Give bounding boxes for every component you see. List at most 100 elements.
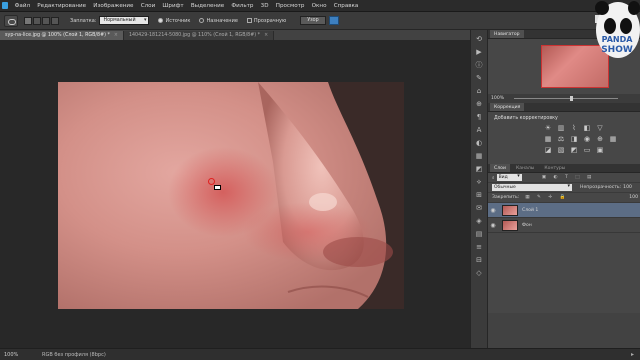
selective-color-icon[interactable]: ▣	[596, 147, 604, 154]
layer-name: Слой 1	[522, 207, 539, 213]
tab-document-1[interactable]: syp-na-lice.jpg @ 100% (Слой 1, RGB/8#) …	[0, 31, 124, 40]
document-canvas[interactable]	[58, 82, 404, 309]
curves-icon[interactable]: ⌇	[570, 125, 578, 132]
correction-hint: Добавить корректировку	[494, 116, 558, 121]
layer-comps-icon[interactable]: ▤	[474, 230, 484, 238]
lock-icons[interactable]: ▦ ✎ ✛ 🔒	[525, 195, 568, 200]
properties-icon[interactable]: ≡	[474, 243, 484, 251]
invert-icon[interactable]: ◪	[544, 147, 552, 154]
3d-icon[interactable]: ◈	[474, 217, 484, 225]
layer-kind-select[interactable]: Вид	[496, 173, 522, 181]
measurement-icon[interactable]: ⊟	[474, 256, 484, 264]
search-icon: ⌕	[492, 175, 495, 181]
source-radio[interactable]: Источник	[158, 18, 190, 24]
menu-help[interactable]: Справка	[330, 3, 362, 9]
menu-file[interactable]: Файл	[11, 3, 34, 9]
patch-label: Заплатка:	[70, 17, 97, 24]
color-lookup-icon[interactable]: ▦	[609, 136, 617, 143]
layer-filter-row: ⌕ Вид ▣ ◐ T ⬚ ▤	[488, 173, 640, 183]
subtract-selection-icon[interactable]	[42, 16, 50, 25]
tab-channels[interactable]: Каналы	[512, 164, 538, 172]
face-photo	[58, 82, 404, 309]
use-pattern-button[interactable]: Узор	[300, 16, 326, 25]
blend-mode-select[interactable]: Обычные	[492, 183, 572, 191]
layer-item[interactable]: ◉ Фон	[488, 218, 640, 233]
hue-saturation-icon[interactable]: ▦	[544, 136, 552, 143]
timeline-icon[interactable]: ⊞	[474, 191, 484, 199]
zoom-level[interactable]: 100%	[4, 352, 26, 358]
document-info: RGB без профиля (8bpc)	[42, 351, 106, 358]
new-selection-icon[interactable]	[24, 16, 32, 25]
tab-paths[interactable]: Контуры	[540, 164, 569, 172]
document-tab-bar: syp-na-lice.jpg @ 100% (Слой 1, RGB/8#) …	[0, 30, 470, 40]
menu-filter[interactable]: Фильтр	[228, 3, 257, 9]
tool-presets-icon[interactable]: ⌂	[474, 87, 484, 95]
opacity-value[interactable]: 100	[623, 185, 632, 190]
exposure-icon[interactable]: ◧	[583, 125, 591, 132]
tab-correction[interactable]: Коррекция	[490, 103, 525, 111]
gradient-map-icon[interactable]: ▭	[583, 147, 591, 154]
navigator-zoom[interactable]: 100%	[491, 96, 504, 101]
levels-icon[interactable]: ▥	[557, 125, 565, 132]
tab-document-2[interactable]: 140429-181214-5080.jpg @ 110% (Слой 1, R…	[123, 31, 275, 40]
brightness-icon[interactable]: ☀	[544, 125, 552, 132]
paragraph-icon[interactable]: ¶	[474, 113, 484, 121]
status-arrow-icon[interactable]: ▸	[631, 351, 634, 358]
menu-3d[interactable]: 3D	[257, 3, 272, 9]
destination-label: Назначение	[206, 17, 238, 24]
menu-view[interactable]: Просмотр	[272, 3, 308, 9]
actions-icon[interactable]: ▶	[474, 48, 484, 56]
close-icon[interactable]: ×	[114, 33, 118, 38]
menu-edit[interactable]: Редактирование	[34, 3, 90, 9]
zoom-slider[interactable]	[514, 96, 619, 101]
layer-item[interactable]: ◉ Слой 1	[488, 203, 640, 218]
notes-icon[interactable]: ✉	[474, 204, 484, 212]
transparent-checkbox[interactable]: Прозрачную	[246, 18, 286, 24]
menu-select[interactable]: Выделение	[187, 3, 228, 9]
clone-source-icon[interactable]: ⊕	[474, 100, 484, 108]
patch-cursor-icon	[214, 185, 221, 190]
history-icon[interactable]: ⟲	[474, 35, 484, 43]
destination-radio[interactable]: Назначение	[199, 17, 238, 24]
menu-window[interactable]: Окно	[308, 3, 330, 9]
eye-icon[interactable]: ◉	[488, 222, 498, 229]
character-icon[interactable]: A	[474, 126, 484, 134]
color-balance-icon[interactable]: ⚖	[557, 136, 565, 143]
filter-icons[interactable]: ▣ ◐ T ⬚ ▤	[542, 175, 595, 180]
panda-logo-icon: PANDA SHOW	[595, 1, 640, 58]
patch-tool-icon[interactable]	[4, 14, 18, 27]
swatches-icon[interactable]: ▦	[474, 152, 484, 160]
layer-blend-row: Обычные Непрозрачность: 100	[488, 183, 640, 193]
color-icon[interactable]: ◐	[474, 139, 484, 147]
threshold-icon[interactable]: ◩	[570, 147, 578, 154]
menu-type[interactable]: Шрифт	[159, 3, 187, 9]
add-selection-icon[interactable]	[33, 16, 41, 25]
posterize-icon[interactable]: ▧	[557, 147, 565, 154]
brush-icon[interactable]: ✎	[474, 74, 484, 82]
info-icon[interactable]: ⓘ	[474, 61, 484, 69]
eye-icon[interactable]: ◉	[488, 207, 498, 214]
adjustment-row-2: ▦ ⚖ ◨ ◉ ⊕ ▦	[544, 136, 634, 143]
tab-layers[interactable]: Слои	[490, 164, 510, 172]
source-label: Источник	[165, 17, 191, 24]
paths-icon[interactable]: ⟡	[474, 178, 484, 186]
tab-navigator[interactable]: Навигатор	[490, 30, 524, 38]
channels-icon[interactable]: ◇	[474, 269, 484, 277]
layer-thumbnail	[502, 204, 518, 216]
navigator-footer: 100%	[488, 94, 640, 103]
channel-mixer-icon[interactable]: ⊕	[596, 136, 604, 143]
pattern-picker-icon[interactable]	[328, 16, 339, 25]
photo-filter-icon[interactable]: ◉	[583, 136, 591, 143]
vibrance-icon[interactable]: ▽	[596, 125, 604, 132]
menu-image[interactable]: Изображение	[90, 3, 137, 9]
status-bar: 100% RGB без профиля (8bpc) ▸	[0, 348, 640, 360]
patch-mode-select[interactable]: Нормальный	[99, 16, 150, 25]
black-white-icon[interactable]: ◨	[570, 136, 578, 143]
styles-icon[interactable]: ◩	[474, 165, 484, 173]
menu-layers[interactable]: Слои	[137, 3, 159, 9]
fill-value[interactable]: 100	[629, 195, 638, 200]
close-icon[interactable]: ×	[264, 33, 268, 38]
intersect-selection-icon[interactable]	[51, 16, 59, 25]
correction-header: Коррекция	[488, 103, 640, 112]
correction-body: Добавить корректировку ☀ ▥ ⌇ ◧ ▽ ▦ ⚖ ◨ ◉…	[488, 112, 640, 164]
